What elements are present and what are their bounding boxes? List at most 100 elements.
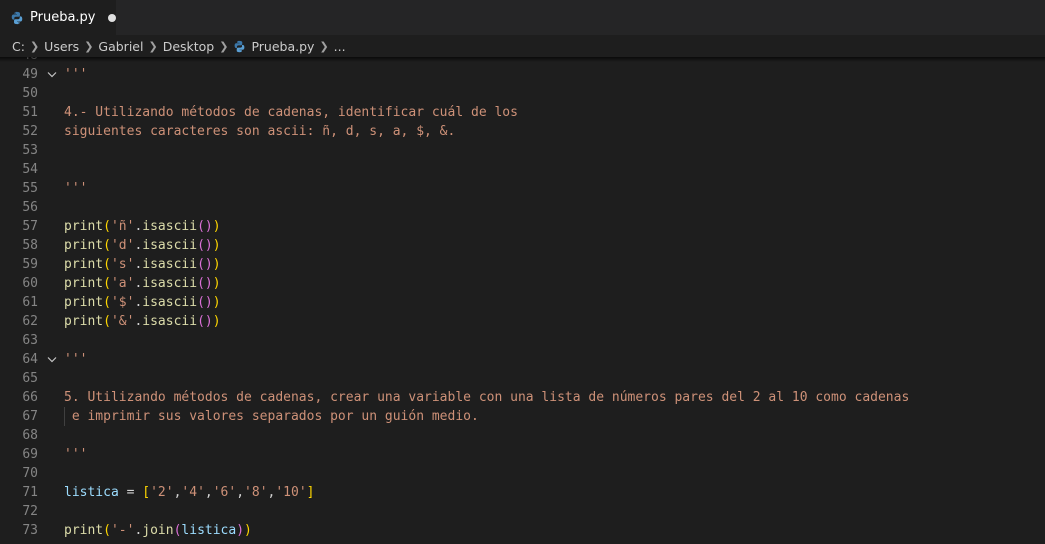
- line-number: 55: [22, 181, 38, 196]
- code-token: ''': [64, 447, 88, 462]
- code-token: '10': [275, 485, 307, 500]
- code-token: ): [212, 257, 221, 272]
- line-number: 60: [22, 276, 38, 291]
- chevron-right-icon: ❯: [29, 39, 40, 53]
- chevron-right-icon: ❯: [148, 39, 158, 53]
- line-number: 54: [22, 162, 38, 177]
- code-token: (: [103, 295, 111, 310]
- code-text: ''': [64, 65, 87, 84]
- code-line[interactable]: 69 ''': [0, 445, 1045, 464]
- chevron-right-icon: ❯: [219, 39, 229, 53]
- code-token: '8': [244, 485, 268, 500]
- code-line[interactable]: 60 print('a'.isascii()): [0, 274, 1045, 293]
- code-line[interactable]: 61 print('$'.isascii()): [0, 293, 1045, 312]
- fold-chevron-icon[interactable]: [46, 350, 58, 369]
- code-token: (: [103, 257, 111, 272]
- code-text: ''': [64, 445, 87, 464]
- scroll-shadow: [0, 57, 1045, 62]
- code-line[interactable]: 64 ''': [0, 350, 1045, 369]
- code-token: e imprimir sus valores separados por un …: [64, 409, 479, 424]
- code-line[interactable]: 49 ''': [0, 65, 1045, 84]
- breadcrumb-item-drive[interactable]: C:: [12, 39, 25, 54]
- code-text: ''': [64, 350, 87, 369]
- code-token: '$': [110, 295, 135, 310]
- code-token: (: [103, 523, 111, 538]
- code-line[interactable]: 57 print('ñ'.isascii()): [0, 217, 1045, 236]
- code-token: ): [244, 523, 252, 538]
- code-line[interactable]: 51 4.- Utilizando métodos de cadenas, ide…: [0, 103, 1045, 122]
- code-line[interactable]: 52 siguientes caracteres son ascii: ñ, d,…: [0, 122, 1045, 141]
- line-number: 50: [22, 86, 38, 101]
- code-token: (: [103, 314, 111, 329]
- line-number: 72: [22, 504, 38, 519]
- code-line[interactable]: 63: [0, 331, 1045, 350]
- line-number: 64: [22, 352, 38, 367]
- code-line[interactable]: 54: [0, 160, 1045, 179]
- python-file-icon: [11, 11, 23, 24]
- code-text: siguientes caracteres son ascii: ñ, d, s…: [64, 122, 455, 141]
- code-line[interactable]: 70: [0, 464, 1045, 483]
- code-line[interactable]: 71 listica = ['2','4','6','8','10']: [0, 483, 1045, 502]
- code-line[interactable]: 68: [0, 426, 1045, 445]
- code-token: '&': [110, 314, 135, 329]
- line-number: 59: [22, 257, 38, 272]
- line-number: 61: [22, 295, 38, 310]
- code-token: print: [64, 523, 104, 538]
- code-line[interactable]: 58 print('d'.isascii()): [0, 236, 1045, 255]
- code-token: isascii: [142, 257, 198, 272]
- code-token: ,: [204, 485, 213, 500]
- line-number: 52: [22, 124, 38, 139]
- code-token: ''': [64, 67, 88, 82]
- code-token: print: [64, 238, 104, 253]
- code-line[interactable]: 59 print('s'.isascii()): [0, 255, 1045, 274]
- code-token: listica: [64, 485, 119, 500]
- line-number: 56: [22, 200, 38, 215]
- line-number: 49: [22, 67, 38, 82]
- code-text: print('&'.isascii()): [64, 312, 221, 331]
- code-token: isascii: [142, 219, 198, 234]
- code-line[interactable]: 53: [0, 141, 1045, 160]
- code-token: '4': [181, 485, 205, 500]
- breadcrumb-item-symbols[interactable]: ...: [334, 39, 346, 54]
- breadcrumb: C: ❯ Users ❯ Gabriel ❯ Desktop ❯ Prueba.…: [0, 35, 1045, 57]
- code-text: listica = ['2','4','6','8','10']: [64, 483, 315, 502]
- breadcrumb-item-file[interactable]: Prueba.py: [251, 39, 314, 54]
- breadcrumb-item-gabriel[interactable]: Gabriel: [98, 39, 143, 54]
- code-line[interactable]: 62 print('&'.isascii()): [0, 312, 1045, 331]
- code-token: (): [197, 219, 213, 234]
- code-line[interactable]: 65: [0, 369, 1045, 388]
- code-token: 4.- Utilizando métodos de cadenas, ident…: [64, 105, 518, 120]
- code-token: isascii: [142, 314, 198, 329]
- code-text: print('-'.join(listica)): [64, 521, 252, 540]
- code-token: (): [197, 295, 213, 310]
- code-line[interactable]: 66 5. Utilizando métodos de cadenas, crea…: [0, 388, 1045, 407]
- code-line[interactable]: 56: [0, 198, 1045, 217]
- code-token: isascii: [142, 276, 198, 291]
- code-token: 'ñ': [110, 219, 135, 234]
- code-token: ''': [64, 181, 88, 196]
- fold-chevron-icon[interactable]: [46, 65, 58, 84]
- unsaved-dot-icon[interactable]: [107, 13, 116, 22]
- code-line[interactable]: 67 e imprimir sus valores separados por …: [0, 407, 1045, 426]
- code-token: 'a': [110, 276, 135, 291]
- code-token: (): [197, 257, 213, 272]
- code-token: ): [212, 219, 221, 234]
- breadcrumb-item-users[interactable]: Users: [44, 39, 79, 54]
- code-line[interactable]: 73 print('-'.join(listica)): [0, 521, 1045, 540]
- code-token: print: [64, 219, 104, 234]
- tab-prueba-py[interactable]: Prueba.py: [0, 0, 116, 35]
- code-editor[interactable]: 4849'''50514.- Utilizando métodos de cad…: [0, 57, 1045, 544]
- code-text: print('ñ'.isascii()): [64, 217, 221, 236]
- code-line[interactable]: 50: [0, 84, 1045, 103]
- breadcrumb-item-desktop[interactable]: Desktop: [163, 39, 215, 54]
- code-token: ): [212, 276, 221, 291]
- line-number: 51: [22, 105, 38, 120]
- code-line[interactable]: 72: [0, 502, 1045, 521]
- code-token: print: [64, 295, 104, 310]
- code-token: (): [197, 314, 213, 329]
- code-line[interactable]: 55 ''': [0, 179, 1045, 198]
- line-number: 67: [22, 409, 38, 424]
- code-token: (: [103, 276, 111, 291]
- code-token: ): [236, 523, 245, 538]
- code-text: print('s'.isascii()): [64, 255, 221, 274]
